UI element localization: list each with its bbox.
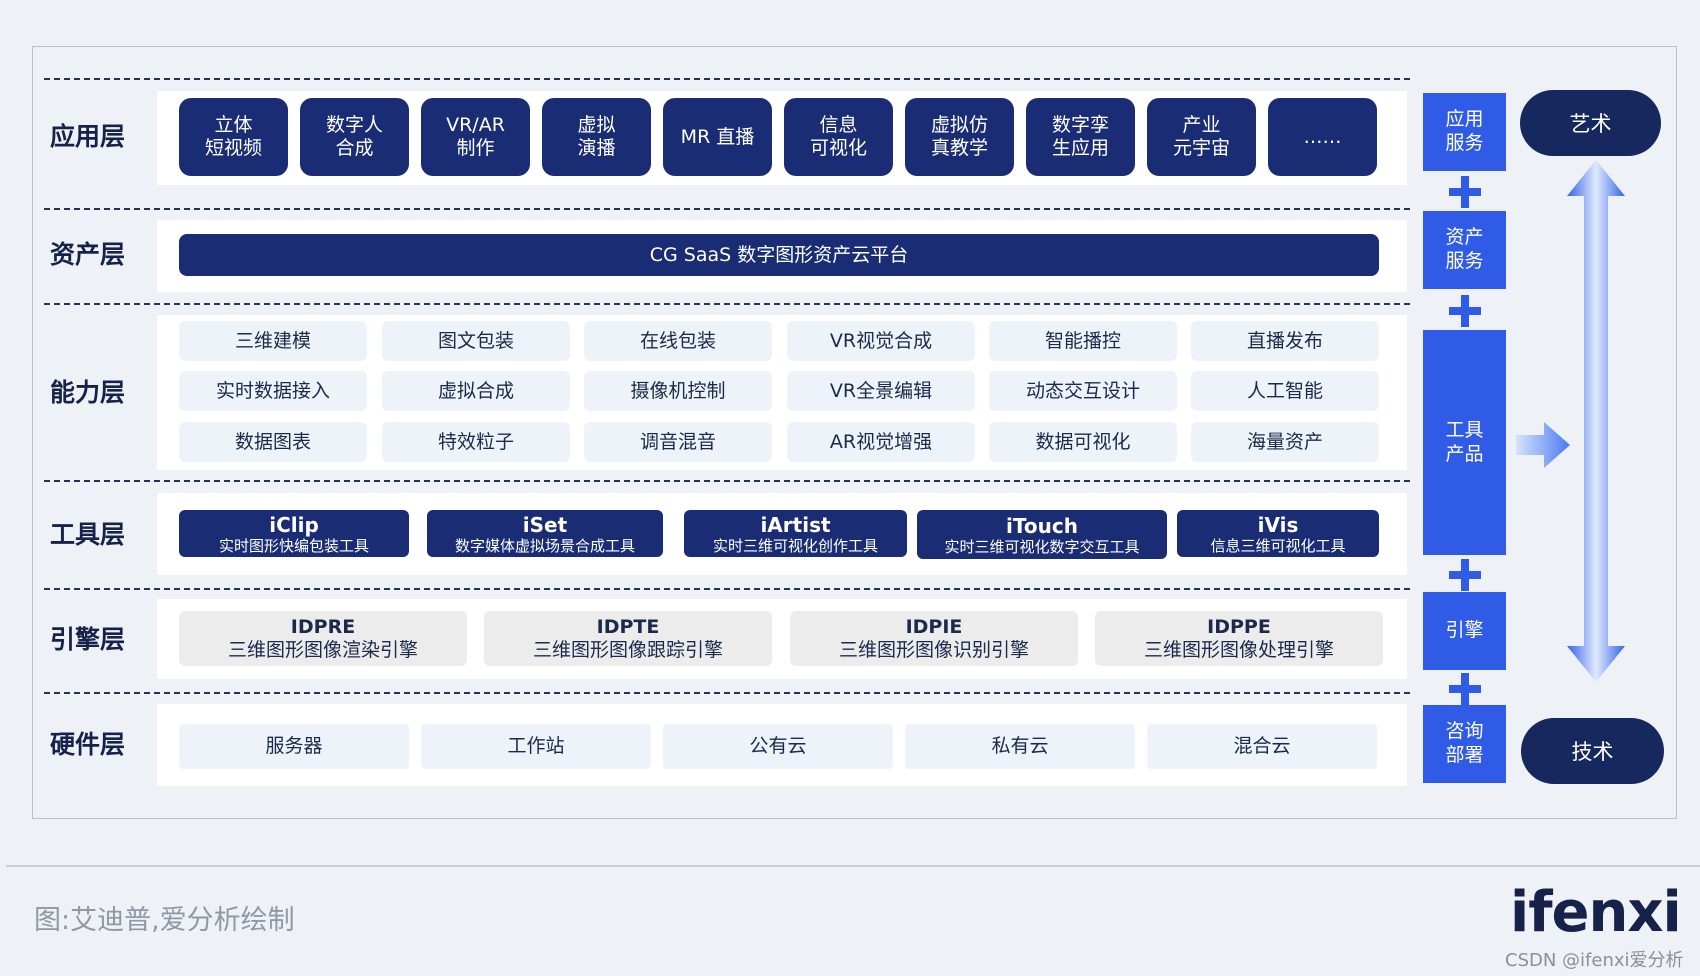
- layer-label-app: 应用层: [50, 122, 126, 151]
- tool-item: iSet 数字媒体虚拟场景合成工具: [427, 510, 663, 557]
- separator: [44, 588, 1410, 590]
- app-item: 数字孪 生应用: [1026, 98, 1135, 176]
- hardware-item: 私有云: [905, 724, 1135, 769]
- capability-item: 海量资产: [1191, 422, 1379, 462]
- bottom-end-label: 技术: [1521, 718, 1664, 784]
- separator: [44, 303, 1410, 305]
- hardware-item: 混合云: [1147, 724, 1377, 769]
- engine-item: IDPTE 三维图形图像跟踪引擎: [484, 611, 772, 666]
- separator: [44, 208, 1410, 210]
- engine-layer-panel: IDPRE 三维图形图像渲染引擎 IDPTE 三维图形图像跟踪引擎 IDPIE 三维图…: [157, 599, 1407, 679]
- tool-layer-panel: iClip 实时图形快编包装工具 iSet 数字媒体虚拟场景合成工具 iArtist…: [157, 493, 1407, 575]
- capability-item: 数据可视化: [989, 422, 1177, 462]
- app-item: 信息 可视化: [784, 98, 893, 176]
- layer-label-tool: 工具层: [50, 520, 126, 549]
- separator: [44, 78, 1410, 80]
- ifenxi-logo: ifenxi: [1510, 880, 1682, 945]
- tool-item: iTouch 实时三维可视化数字交互工具: [917, 510, 1167, 559]
- hardware-item: 服务器: [179, 724, 409, 769]
- plus-icon: [1449, 673, 1481, 705]
- app-item: 产业 元宇宙: [1147, 98, 1256, 176]
- separator: [44, 480, 1410, 482]
- capability-item: 人工智能: [1191, 371, 1379, 411]
- plus-icon: [1449, 295, 1481, 327]
- side-app-service: 应用 服务: [1423, 93, 1506, 171]
- capability-item: VR全景编辑: [787, 371, 975, 411]
- side-consult: 咨询 部署: [1423, 705, 1506, 783]
- plus-icon: [1449, 176, 1481, 208]
- tool-item: iVis 信息三维可视化工具: [1177, 510, 1379, 557]
- side-asset-service: 资产 服务: [1423, 211, 1506, 289]
- engine-item: IDPRE 三维图形图像渲染引擎: [179, 611, 467, 666]
- capability-item: 在线包装: [584, 321, 772, 361]
- engine-item: IDPIE 三维图形图像识别引擎: [790, 611, 1078, 666]
- app-item-more: ……: [1268, 98, 1377, 176]
- engine-item: IDPPE 三维图形图像处理引擎: [1095, 611, 1383, 666]
- hardware-layer-panel: 服务器 工作站 公有云 私有云 混合云: [157, 704, 1407, 786]
- app-layer-panel: 立体 短视频 数字人 合成 VR/AR 制作 虚拟 演播 MR 直播 信息 可视化 虚拟仿…: [157, 91, 1407, 185]
- capability-item: 虚拟合成: [382, 371, 570, 411]
- app-item: 虚拟 演播: [542, 98, 651, 176]
- layer-label-capability: 能力层: [50, 378, 126, 407]
- capability-item: 智能播控: [989, 321, 1177, 361]
- app-item: VR/AR 制作: [421, 98, 530, 176]
- asset-platform: CG SaaS 数字图形资产云平台: [179, 234, 1379, 276]
- layer-label-hardware: 硬件层: [50, 730, 126, 759]
- tool-item: iArtist 实时三维可视化创作工具: [684, 510, 907, 557]
- capability-layer-panel: 三维建模 图文包装 在线包装 VR视觉合成 智能播控 直播发布 实时数据接入 虚…: [157, 315, 1407, 470]
- capability-item: 实时数据接入: [179, 371, 367, 411]
- capability-item: 动态交互设计: [989, 371, 1177, 411]
- hardware-item: 公有云: [663, 724, 893, 769]
- capability-item: 调音混音: [584, 422, 772, 462]
- separator: [44, 692, 1410, 694]
- side-tool-product: 工具 产品: [1423, 330, 1506, 555]
- tool-item: iClip 实时图形快编包装工具: [179, 510, 409, 557]
- capability-item: VR视觉合成: [787, 321, 975, 361]
- layer-label-asset: 资产层: [50, 240, 126, 269]
- arrow-right-icon: [1516, 422, 1570, 468]
- capability-item: 数据图表: [179, 422, 367, 462]
- app-item: 数字人 合成: [300, 98, 409, 176]
- vertical-double-arrow-icon: [1567, 160, 1625, 682]
- hardware-item: 工作站: [421, 724, 651, 769]
- app-item: 立体 短视频: [179, 98, 288, 176]
- footer-divider: [6, 865, 1700, 867]
- plus-icon: [1449, 559, 1481, 591]
- top-end-label: 艺术: [1520, 90, 1661, 156]
- capability-item: 图文包装: [382, 321, 570, 361]
- app-item: 虚拟仿 真教学: [905, 98, 1014, 176]
- watermark: CSDN @ifenxi爱分析: [1505, 950, 1684, 971]
- capability-item: AR视觉增强: [787, 422, 975, 462]
- layer-label-engine: 引擎层: [50, 625, 126, 654]
- asset-layer-panel: CG SaaS 数字图形资产云平台: [157, 220, 1407, 292]
- figure-caption: 图:艾迪普,爱分析绘制: [34, 905, 295, 936]
- capability-item: 直播发布: [1191, 321, 1379, 361]
- side-engine: 引擎: [1423, 592, 1506, 670]
- capability-item: 摄像机控制: [584, 371, 772, 411]
- capability-item: 三维建模: [179, 321, 367, 361]
- app-item: MR 直播: [663, 98, 772, 176]
- capability-item: 特效粒子: [382, 422, 570, 462]
